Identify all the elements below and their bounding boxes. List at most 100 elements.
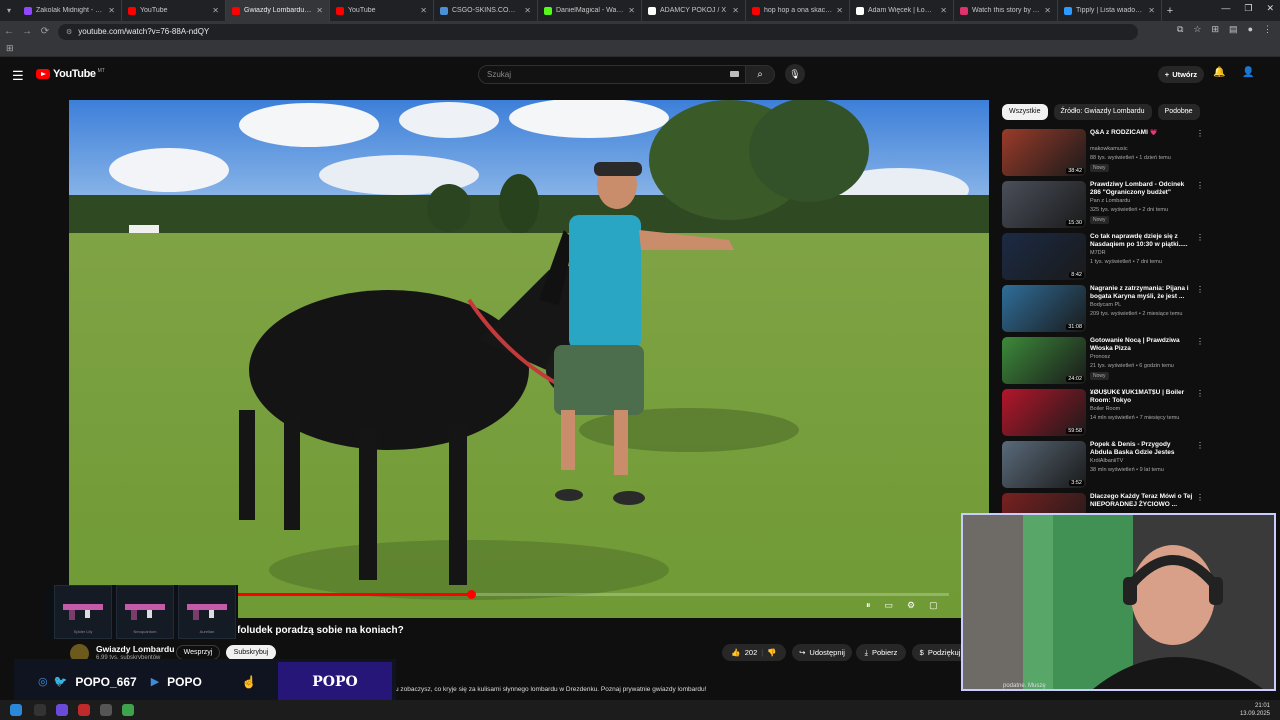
site-info-icon[interactable]: ⚙: [66, 28, 72, 36]
recommended-video[interactable]: 38:42 Q&A z RODZICAMI 💗 makowkamusic 88 tys…: [1002, 129, 1204, 179]
video-progress-bar[interactable]: [236, 590, 949, 599]
voice-search-button[interactable]: 🎙: [785, 64, 805, 84]
close-tab-icon[interactable]: ✕: [420, 6, 427, 15]
video-thumbnail[interactable]: 3:52: [1002, 441, 1086, 488]
taskbar-app-icon[interactable]: [34, 704, 46, 716]
theater-mode-icon[interactable]: ▢: [929, 600, 938, 611]
recommended-title[interactable]: Gotowanie Nocą | Prawdziwa Włoska Pizza: [1090, 337, 1194, 353]
more-options-icon[interactable]: ⋮: [1196, 285, 1204, 294]
recommended-channel[interactable]: Bodycam PL: [1090, 302, 1121, 308]
thanks-button[interactable]: $ Podziękuj: [912, 644, 968, 661]
recommended-video[interactable]: 15:30 Prawdziwy Lombard - Odcinek 286 "Og…: [1002, 181, 1204, 231]
recommended-video[interactable]: 3:52 Popek & Denis - Przygody Abdula Bask…: [1002, 441, 1204, 491]
taskbar-opera-icon[interactable]: [78, 704, 90, 716]
address-bar[interactable]: ⚙ youtube.com/watch?v=76-88A-ndQY: [58, 23, 1138, 40]
create-button[interactable]: + Utwórz: [1158, 66, 1204, 83]
recommended-channel[interactable]: Pronosz: [1090, 354, 1110, 360]
taskbar-chrome-icon[interactable]: [122, 704, 134, 716]
video-player[interactable]: [69, 100, 989, 618]
windows-start-icon[interactable]: [10, 704, 22, 716]
install-app-icon[interactable]: ⧉: [1177, 24, 1183, 35]
browser-tab[interactable]: Tipply | Lista wiadomości✕: [1058, 0, 1162, 21]
notifications-bell-icon[interactable]: 🔔: [1213, 67, 1225, 78]
recommended-channel[interactable]: KrólAlbaniiTV: [1090, 458, 1123, 464]
taskbar-discord-icon[interactable]: [56, 704, 68, 716]
profile-icon[interactable]: ●: [1248, 24, 1253, 35]
more-options-icon[interactable]: ⋮: [1196, 337, 1204, 346]
close-tab-icon[interactable]: ✕: [316, 6, 323, 15]
more-options-icon[interactable]: ⋮: [1196, 389, 1204, 398]
menu-icon[interactable]: ☰: [12, 68, 24, 84]
video-thumbnail[interactable]: 15:30: [1002, 181, 1086, 228]
share-button[interactable]: ↪ Udostępnij: [792, 644, 852, 661]
video-thumbnail[interactable]: 31:08: [1002, 285, 1086, 332]
forward-icon[interactable]: →: [18, 26, 36, 37]
recommended-channel[interactable]: M7DR: [1090, 250, 1106, 256]
browser-tab[interactable]: Gwiazdy Lombardu Czy Ry ✕: [226, 0, 330, 21]
dislike-icon[interactable]: 👎: [767, 648, 776, 657]
channel-name[interactable]: Gwiazdy Lombardu: [96, 644, 174, 654]
close-tab-icon[interactable]: ✕: [628, 6, 635, 15]
video-thumbnail[interactable]: 24:02: [1002, 337, 1086, 384]
recommended-title[interactable]: Dlaczego Każdy Teraz Mówi o Tej NIEPORAD…: [1090, 493, 1194, 509]
recommended-video[interactable]: 8:42 Co tak naprawdę dzieje się z Nasdaqi…: [1002, 233, 1204, 283]
youtube-logo[interactable]: YouTube MT: [36, 68, 105, 80]
new-tab-button[interactable]: +: [1162, 5, 1178, 17]
more-options-icon[interactable]: ⋮: [1196, 129, 1204, 138]
close-tab-icon[interactable]: ✕: [940, 6, 947, 15]
recommended-title[interactable]: Prawdziwy Lombard - Odcinek 286 "Ogranic…: [1090, 181, 1194, 197]
bookmark-star-icon[interactable]: ☆: [1193, 24, 1201, 35]
like-count[interactable]: 202: [745, 648, 758, 657]
more-options-icon[interactable]: ⋮: [1196, 233, 1204, 242]
chevron-right-icon[interactable]: ›: [1186, 106, 1189, 116]
close-tab-icon[interactable]: ✕: [1148, 6, 1155, 15]
browser-tab[interactable]: ADAMCY POKOJ / X ✕: [642, 0, 746, 21]
browser-tab[interactable]: Adam Więcek | Łowca ✕: [850, 0, 954, 21]
browser-tab[interactable]: YouTube ✕: [330, 0, 434, 21]
settings-gear-icon[interactable]: ⚙: [907, 600, 915, 611]
recommended-video[interactable]: 59:58 ¥ØU$UK€ ¥UK1MAT$U | Boiler Room: To…: [1002, 389, 1204, 439]
taskbar-obs-icon[interactable]: [100, 704, 112, 716]
account-avatar[interactable]: 👤: [1242, 67, 1254, 78]
recommended-title[interactable]: Q&A z RODZICAMI 💗: [1090, 129, 1194, 137]
search-input[interactable]: Szukaj: [478, 65, 746, 84]
filter-chip[interactable]: Źródło: Gwiazdy Lombardu: [1053, 104, 1152, 120]
subscribe-button[interactable]: Subskrybuj: [226, 645, 276, 660]
recommended-title[interactable]: ¥ØU$UK€ ¥UK1MAT$U | Boiler Room: Tokyo: [1090, 389, 1194, 405]
more-options-icon[interactable]: ⋮: [1196, 493, 1204, 502]
apps-grid-icon[interactable]: ⊞: [6, 43, 14, 54]
recommended-channel[interactable]: Pan z Lombardu: [1090, 198, 1130, 204]
reload-icon[interactable]: ⟳: [36, 26, 54, 37]
video-thumbnail[interactable]: 38:42: [1002, 129, 1086, 176]
join-button[interactable]: Wesprzyj: [176, 645, 220, 660]
taskbar-clock[interactable]: 21:01 13.09.2025: [1240, 702, 1270, 718]
browser-menu-icon[interactable]: ⋮: [1263, 24, 1272, 35]
video-thumbnail[interactable]: 59:58: [1002, 389, 1086, 436]
close-tab-icon[interactable]: ✕: [732, 6, 739, 15]
search-button[interactable]: ⌕: [745, 65, 775, 84]
close-tab-icon[interactable]: ✕: [1044, 6, 1051, 15]
extensions-icon[interactable]: ⊞: [1212, 24, 1220, 35]
maximize-icon[interactable]: ❐: [1244, 3, 1252, 14]
recommended-title[interactable]: Popek & Denis - Przygody Abdula Baska Gd…: [1090, 441, 1194, 457]
close-tab-icon[interactable]: ✕: [524, 6, 531, 15]
browser-tab[interactable]: CSGO-SKINS.COM - Najle ✕: [434, 0, 538, 21]
sidebar-icon[interactable]: ▤: [1229, 24, 1238, 35]
more-options-icon[interactable]: ⋮: [1196, 441, 1204, 450]
filter-chip[interactable]: Podobne: [1157, 104, 1200, 120]
autoplay-toggle-icon[interactable]: ⏸: [866, 600, 871, 611]
recommended-title[interactable]: Co tak naprawdę dzieje się z Nasdaqiem p…: [1090, 233, 1194, 249]
filter-chip[interactable]: Wszystkie: [1002, 104, 1048, 120]
recommended-video[interactable]: 31:08 Nagranie z zatrzymania: Pijana i bo…: [1002, 285, 1204, 335]
close-tab-icon[interactable]: ✕: [108, 6, 115, 15]
recommended-channel[interactable]: Boiler Room: [1090, 406, 1120, 412]
recommended-video[interactable]: 24:02 Gotowanie Nocą | Prawdziwa Włoska P…: [1002, 337, 1204, 387]
close-window-icon[interactable]: ✕: [1266, 3, 1274, 14]
video-description[interactable]: u zobaczysz, co kryje się za kulisami sł…: [395, 686, 706, 693]
recommended-channel[interactable]: makowkamusic: [1090, 146, 1128, 152]
tab-search-icon[interactable]: ▾: [0, 6, 18, 15]
close-tab-icon[interactable]: ✕: [212, 6, 219, 15]
keyboard-icon[interactable]: [730, 71, 739, 77]
minimize-icon[interactable]: —: [1221, 3, 1230, 14]
browser-tab[interactable]: YouTube ✕: [122, 0, 226, 21]
